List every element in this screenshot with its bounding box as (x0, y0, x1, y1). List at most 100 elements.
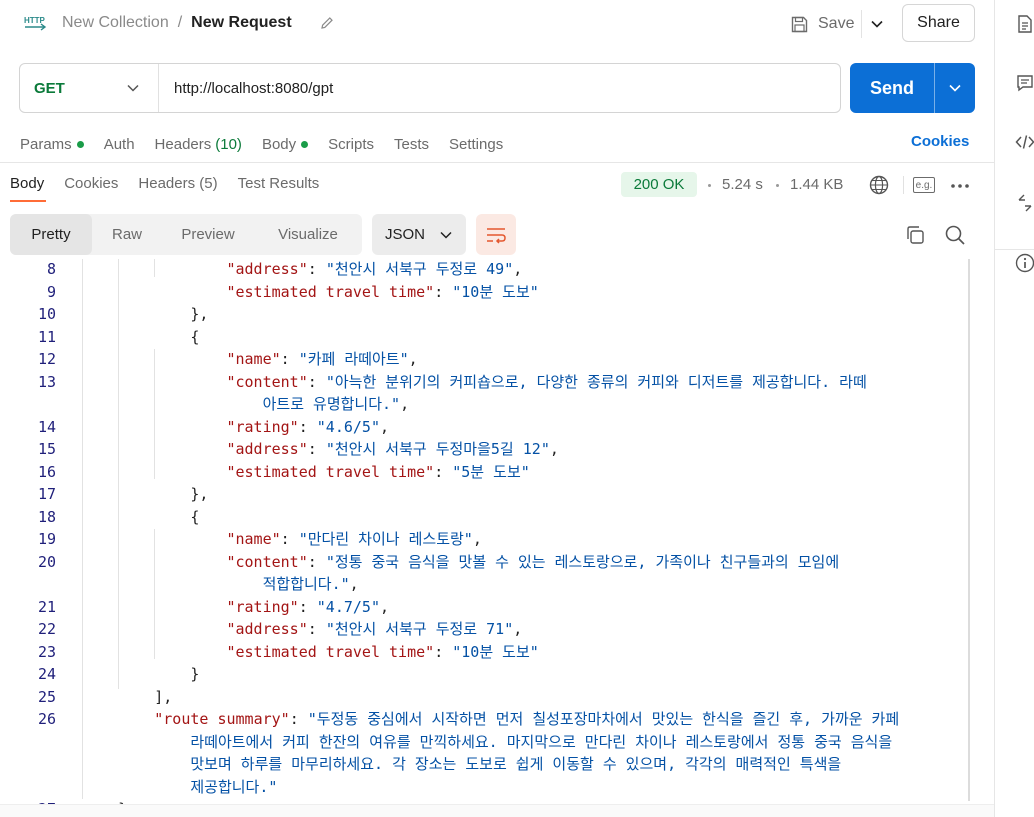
response-size[interactable]: 1.44 KB (790, 176, 843, 193)
json-punctuation: : (307, 620, 326, 638)
tab-params[interactable]: Params (20, 133, 84, 155)
json-punctuation: : (280, 530, 299, 548)
copy-icon[interactable] (904, 224, 926, 246)
line-number: 12 (37, 350, 56, 368)
response-body-viewer[interactable]: 8 "address": "천안시 서북구 두정로 49", 9 "estimated… (0, 259, 994, 804)
json-punctuation: : (298, 417, 317, 436)
json-punctuation: , (513, 620, 523, 638)
indent-guide (154, 529, 155, 659)
method-select[interactable]: GET (20, 64, 159, 112)
save-button[interactable]: Save (790, 10, 854, 38)
tab-tests[interactable]: Tests (394, 133, 429, 155)
tab-settings[interactable]: Settings (449, 133, 503, 155)
line-number: 26 (37, 710, 56, 728)
json-punctuation: , (400, 395, 410, 413)
view-mode-visualize[interactable]: Visualize (254, 214, 362, 255)
json-string: "정통 중국 음식을 맛볼 수 있는 레스토랑으로, 가족이나 친구들과의 모임… (325, 552, 840, 571)
json-string: "4.6/5" (316, 417, 380, 436)
response-tab-test[interactable]: Test Results (238, 175, 320, 202)
save-label: Save (818, 15, 855, 32)
code-text: "address": "천안시 서북구 두정로 71", (226, 619, 522, 639)
line-number: 21 (37, 597, 56, 616)
save-options-button[interactable] (861, 10, 891, 38)
wrap-lines-button[interactable] (476, 214, 516, 255)
tab-label: Body (261, 135, 297, 153)
json-key: "estimated travel time" (226, 462, 435, 481)
more-icon[interactable] (950, 183, 970, 189)
view-mode-pretty[interactable]: Pretty (10, 214, 92, 255)
json-punctuation: : (307, 552, 326, 571)
info-icon[interactable] (1015, 253, 1034, 273)
json-key: "estimated travel time" (226, 642, 435, 661)
send-options-button[interactable] (934, 63, 975, 113)
chevron-down-icon (440, 231, 452, 239)
tab-headers[interactable]: Headers (10) (155, 133, 242, 155)
code-icon[interactable] (1015, 132, 1034, 152)
meta-separator-dot (776, 184, 779, 187)
json-string: 맛보며 하루를 마무리하세요. 각 장소는 도보로 쉽게 이동할 수 있으며, … (190, 755, 842, 773)
code-text: }, (190, 484, 208, 504)
line-number: 22 (37, 620, 56, 638)
code-text: "estimated travel time": "10분 도보" (226, 282, 538, 302)
line-number: 8 (46, 260, 56, 278)
horizontal-scrollbar[interactable] (0, 804, 994, 817)
language-select[interactable]: JSON (372, 214, 466, 255)
globe-icon[interactable] (869, 175, 889, 195)
documentation-icon[interactable] (1015, 14, 1034, 34)
json-punctuation: } (190, 665, 200, 683)
response-tab-headers[interactable]: Headers (5) (138, 175, 217, 202)
line-number: 16 (37, 462, 56, 481)
tab-auth[interactable]: Auth (104, 133, 135, 155)
code-text: { (190, 327, 199, 347)
cookies-link[interactable]: Cookies (911, 133, 969, 150)
chevron-down-icon (127, 84, 139, 92)
share-button[interactable]: Share (902, 4, 975, 42)
json-string: 라떼아트에서 커피 한잔의 여유를 만끽하세요. 마지막으로 만다린 차이나 레… (190, 732, 893, 751)
tab-body[interactable]: Body (261, 133, 309, 155)
line-number: 18 (37, 507, 56, 526)
search-icon[interactable] (944, 224, 966, 246)
line-number: 23 (37, 642, 56, 661)
response-tab-cookies[interactable]: Cookies (64, 175, 118, 202)
json-punctuation: { (190, 507, 200, 526)
response-tabs: Body Cookies Headers (5) Test Results (10, 175, 339, 202)
code-text: "address": "천안시 서북구 두정로 49", (226, 259, 522, 279)
request-bar: GET (19, 63, 841, 113)
breadcrumb-collection[interactable]: New Collection (62, 14, 169, 32)
json-punctuation: : (307, 440, 326, 458)
json-punctuation: : (298, 597, 317, 616)
meta-divider (903, 176, 904, 194)
vertical-scrollbar[interactable] (968, 259, 970, 801)
response-time[interactable]: 5.24 s (722, 176, 763, 193)
response-tab-body[interactable]: Body (10, 175, 47, 202)
view-mode-preview[interactable]: Preview (162, 214, 254, 255)
json-punctuation: : (434, 462, 453, 481)
chevron-down-icon (870, 20, 883, 28)
status-badge[interactable]: 200 OK (621, 172, 697, 197)
code-text: ], (154, 687, 172, 707)
json-string: "아늑한 분위기의 커피숍으로, 다양한 종류의 커피와 디저트를 제공합니다.… (325, 372, 867, 391)
indent-guide (154, 349, 155, 479)
meta-separator-dot (708, 184, 711, 187)
save-icon (791, 16, 808, 32)
line-number: 19 (37, 530, 56, 548)
code-text: 제공합니다." (190, 777, 277, 797)
comments-icon[interactable] (1015, 73, 1034, 93)
url-input[interactable] (159, 64, 840, 112)
request-name[interactable]: New Request (191, 14, 291, 32)
related-icon[interactable] (1015, 193, 1034, 213)
http-icon: HTTP (24, 16, 47, 31)
chevron-down-icon (949, 84, 961, 92)
json-string: "10분 도보" (452, 642, 539, 661)
pencil-icon[interactable] (319, 15, 335, 31)
save-example-icon[interactable]: e.g. (913, 177, 935, 193)
code-text: 라떼아트에서 커피 한잔의 여유를 만끽하세요. 마지막으로 만다린 차이나 레… (190, 732, 892, 752)
tab-scripts[interactable]: Scripts (328, 133, 374, 155)
tab-label: Scripts (328, 135, 374, 153)
send-button[interactable]: Send (850, 63, 975, 113)
code-text: { (190, 507, 199, 527)
view-mode-raw[interactable]: Raw (92, 214, 162, 255)
json-key: "content" (226, 552, 308, 571)
json-punctuation: }, (190, 485, 209, 503)
json-key: "name" (226, 350, 281, 368)
